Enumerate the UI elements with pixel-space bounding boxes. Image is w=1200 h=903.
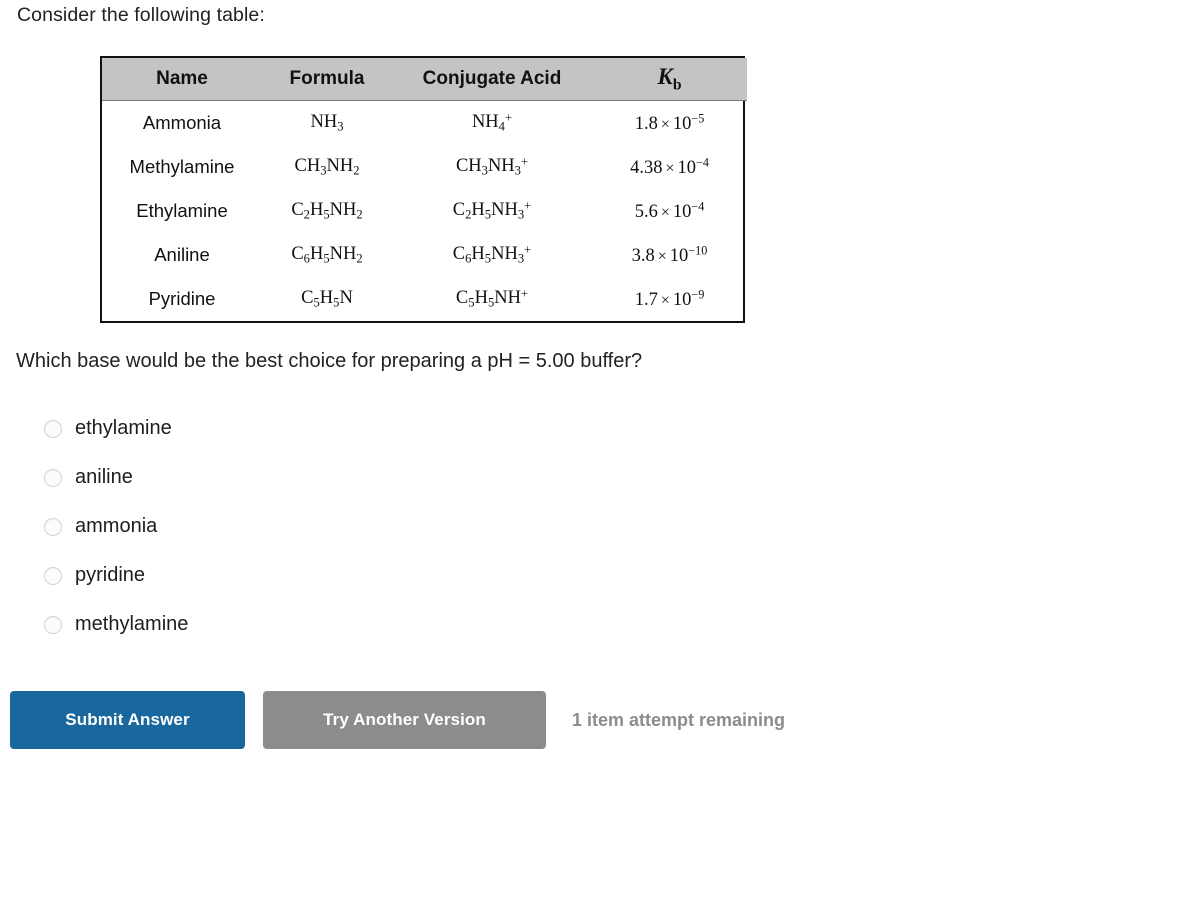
cell-name: Ammonia bbox=[142, 112, 222, 133]
option-row-aniline[interactable]: aniline bbox=[44, 453, 544, 502]
column-header-name: Name bbox=[102, 58, 262, 101]
cell-kb-value: 5.6 × 10−4 bbox=[592, 189, 747, 233]
kb-value: 1.7 × 10−9 bbox=[634, 287, 705, 310]
cell-formula: C2H5NH2 bbox=[262, 189, 392, 233]
option-label-pyridine: pyridine bbox=[75, 564, 146, 586]
formula-chem: C2H5NH2 bbox=[291, 199, 363, 222]
kb-value: 1.8 × 10−5 bbox=[634, 111, 705, 134]
option-row-methylamine[interactable]: methylamine bbox=[44, 600, 544, 649]
option-row-ethylamine[interactable]: ethylamine bbox=[44, 404, 544, 453]
cell-conjugate-acid: CH3NH3+ bbox=[392, 145, 592, 189]
attempts-remaining-text: 1 item attempt remaining bbox=[572, 709, 786, 730]
radio-button-pyridine[interactable] bbox=[44, 566, 62, 585]
formula-chem: C6H5NH2 bbox=[291, 243, 363, 266]
cell-conjugate-acid: C6H5NH3+ bbox=[392, 233, 592, 277]
kb-value: 5.6 × 10−4 bbox=[634, 199, 705, 222]
cell-name: Ethylamine bbox=[136, 200, 228, 221]
submit-answer-button[interactable]: Submit Answer bbox=[10, 691, 245, 749]
cell-name: Pyridine bbox=[148, 288, 216, 309]
cell-kb-value: 3.8 × 10−10 bbox=[592, 233, 747, 277]
column-header-conjugate-acid: Conjugate Acid bbox=[392, 58, 592, 101]
radio-button-methylamine[interactable] bbox=[44, 615, 62, 634]
kb-symbol: K bbox=[657, 63, 673, 89]
conjugate-chem: C5H5NH+ bbox=[455, 287, 529, 310]
option-label-methylamine: methylamine bbox=[75, 613, 189, 635]
cell-formula: C5H5N bbox=[262, 277, 392, 321]
formula-chem: CH3NH2 bbox=[294, 155, 360, 178]
option-row-ammonia[interactable]: ammonia bbox=[44, 502, 544, 551]
conjugate-chem: C2H5NH3+ bbox=[452, 199, 532, 222]
cell-conjugate-acid: C2H5NH3+ bbox=[392, 189, 592, 233]
table-row: Ammonia NH3 NH4+ 1.8 × 10−5 bbox=[102, 101, 747, 146]
cell-name: Methylamine bbox=[129, 156, 235, 177]
action-bar: Submit Answer Try Another Version 1 item… bbox=[10, 691, 785, 749]
question-text: Which base would be the best choice for … bbox=[16, 350, 643, 372]
conjugate-chem: CH3NH3+ bbox=[455, 155, 529, 178]
cell-formula: CH3NH2 bbox=[262, 145, 392, 189]
radio-button-aniline[interactable] bbox=[44, 468, 62, 487]
option-label-aniline: aniline bbox=[75, 466, 133, 488]
cell-kb-value: 1.7 × 10−9 bbox=[592, 277, 747, 321]
table-row: Pyridine C5H5N C5H5NH+ 1.7 × 10−9 bbox=[102, 277, 747, 321]
kb-subscript: b bbox=[672, 76, 682, 94]
column-header-formula: Formula bbox=[262, 58, 392, 101]
cell-kb-value: 4.38 × 10−4 bbox=[592, 145, 747, 189]
option-label-ammonia: ammonia bbox=[75, 515, 158, 537]
option-label-ethylamine: ethylamine bbox=[75, 417, 172, 439]
table-header-row: Name Formula Conjugate Acid Kb bbox=[102, 58, 747, 101]
formula-chem: C5H5N bbox=[301, 287, 353, 310]
table-row: Methylamine CH3NH2 CH3NH3+ 4.38 × 10−4 bbox=[102, 145, 747, 189]
base-constants-table: Name Formula Conjugate Acid Kb Ammonia N… bbox=[100, 56, 747, 323]
cell-formula: NH3 bbox=[262, 101, 392, 146]
table-row: Ethylamine C2H5NH2 C2H5NH3+ 5.6 × 10−4 bbox=[102, 189, 747, 233]
answer-options: ethylamine aniline ammonia pyridine meth… bbox=[44, 404, 544, 649]
option-row-pyridine[interactable]: pyridine bbox=[44, 551, 544, 600]
cell-kb-value: 1.8 × 10−5 bbox=[592, 101, 747, 146]
table-body: Ammonia NH3 NH4+ 1.8 × 10−5 Methylamine CH… bbox=[102, 101, 747, 322]
intro-text: Consider the following table: bbox=[17, 4, 265, 26]
kb-value: 3.8 × 10−10 bbox=[631, 243, 708, 266]
table-row: Aniline C6H5NH2 C6H5NH3+ 3.8 × 10−10 bbox=[102, 233, 747, 277]
column-header-kb: Kb bbox=[592, 58, 747, 101]
cell-formula: C6H5NH2 bbox=[262, 233, 392, 277]
radio-button-ammonia[interactable] bbox=[44, 517, 62, 536]
formula-chem: NH3 bbox=[310, 111, 344, 134]
conjugate-chem: C6H5NH3+ bbox=[452, 243, 532, 266]
conjugate-chem: NH4+ bbox=[471, 111, 513, 134]
cell-conjugate-acid: C5H5NH+ bbox=[392, 277, 592, 321]
cell-conjugate-acid: NH4+ bbox=[392, 101, 592, 146]
radio-button-ethylamine[interactable] bbox=[44, 419, 62, 438]
kb-value: 4.38 × 10−4 bbox=[630, 155, 709, 178]
cell-name: Aniline bbox=[154, 244, 210, 265]
try-another-version-button[interactable]: Try Another Version bbox=[263, 691, 546, 749]
